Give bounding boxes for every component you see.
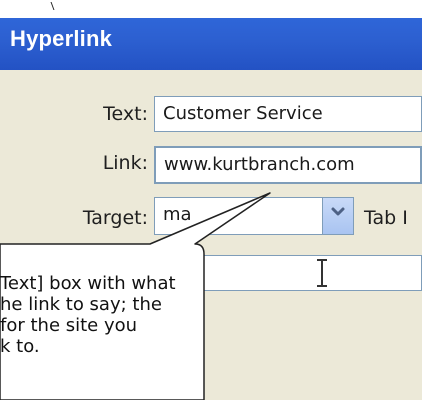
callout-line: Text] box with what bbox=[0, 273, 176, 294]
callout-line: he link to say; the bbox=[0, 294, 162, 315]
callout-line: for the site you bbox=[0, 315, 138, 336]
callout-text: Text] box with what he link to say; the … bbox=[0, 273, 202, 357]
callout-line: k to. bbox=[0, 336, 40, 357]
